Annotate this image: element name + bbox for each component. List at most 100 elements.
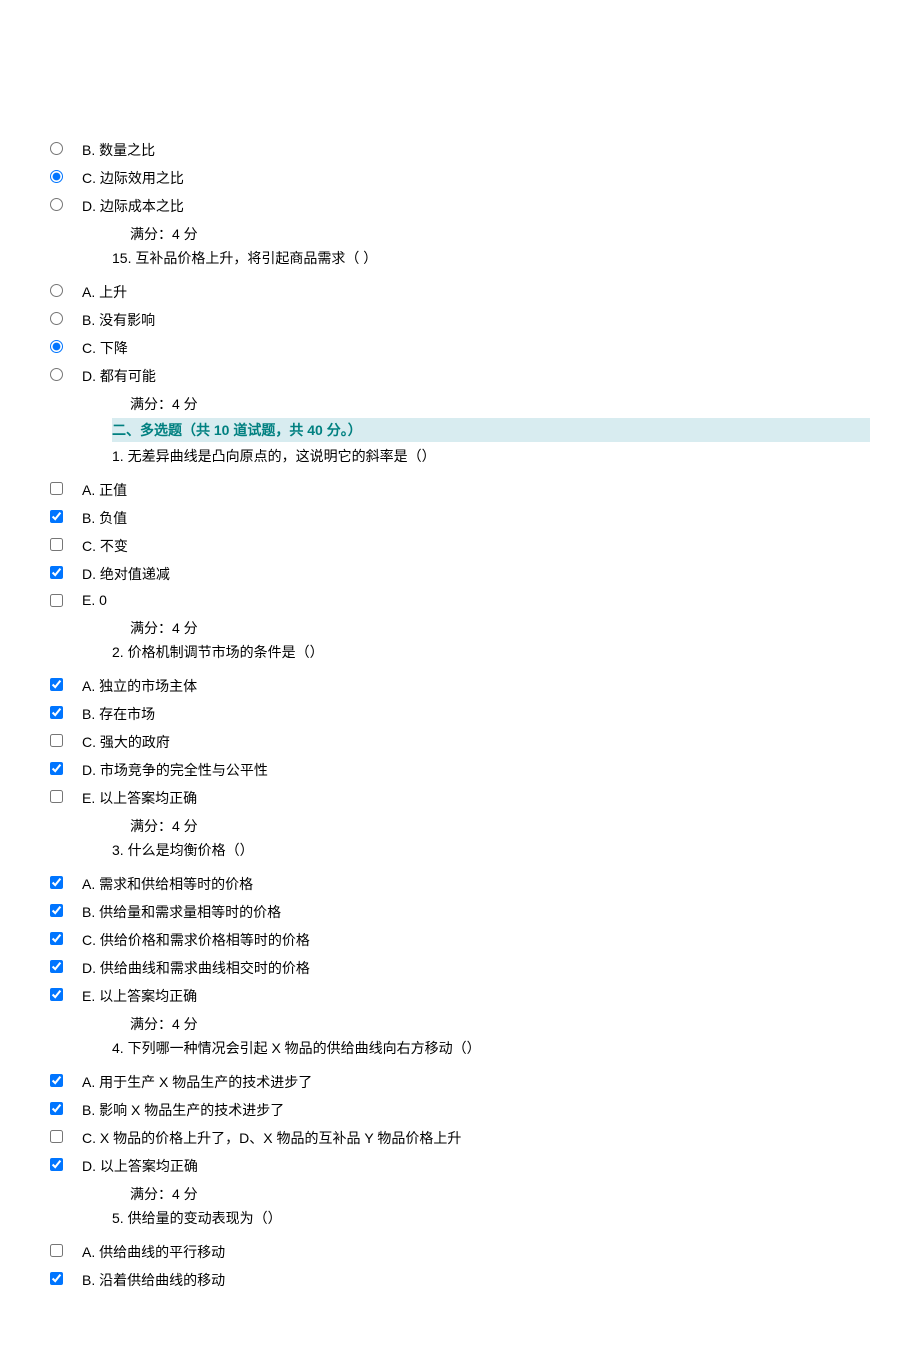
m1-option-b-label: B. 负值	[82, 510, 127, 526]
m1-checkbox-c[interactable]	[50, 538, 63, 551]
m1-checkbox-a[interactable]	[50, 482, 63, 495]
q14-option-c: C. 边际效用之比	[50, 168, 870, 188]
m1-option-d-label: D. 绝对值递减	[82, 566, 170, 582]
m4-option-a-label: A. 用于生产 X 物品生产的技术进步了	[82, 1074, 312, 1090]
m2-score: 满分：4 分	[82, 816, 870, 836]
m4-checkbox-d[interactable]	[50, 1158, 63, 1171]
m2-option-e-label: E. 以上答案均正确	[82, 790, 197, 806]
m3-score-row: 满分：4 分 4. 下列哪一种情况会引起 X 物品的供给曲线向右方移动（）	[50, 1014, 870, 1064]
m1-text: 1. 无差异曲线是凸向原点的，这说明它的斜率是（）	[82, 446, 870, 466]
q14-option-d: D. 边际成本之比	[50, 196, 870, 216]
q14-radio-b[interactable]	[50, 142, 63, 155]
m3-score: 满分：4 分	[82, 1014, 870, 1034]
q15-option-c-label: C. 下降	[82, 340, 128, 356]
q14-option-b-label: B. 数量之比	[82, 142, 155, 158]
m4-option-a: A. 用于生产 X 物品生产的技术进步了	[50, 1072, 870, 1092]
q15-option-b-label: B. 没有影响	[82, 312, 155, 328]
m1-option-e: E. 0	[50, 592, 870, 610]
m3-option-c-label: C. 供给价格和需求价格相等时的价格	[82, 932, 310, 948]
m3-checkbox-e[interactable]	[50, 988, 63, 1001]
m4-option-c-label: C. X 物品的价格上升了，D、X 物品的互补品 Y 物品价格上升	[82, 1130, 461, 1146]
m4-option-b-label: B. 影响 X 物品生产的技术进步了	[82, 1102, 284, 1118]
m4-checkbox-c[interactable]	[50, 1130, 63, 1143]
m1-option-c-label: C. 不变	[82, 538, 128, 554]
m4-option-c: C. X 物品的价格上升了，D、X 物品的互补品 Y 物品价格上升	[50, 1128, 870, 1148]
m3-option-d-label: D. 供给曲线和需求曲线相交时的价格	[82, 960, 310, 976]
q14-option-c-label: C. 边际效用之比	[82, 170, 184, 186]
m5-checkbox-b[interactable]	[50, 1272, 63, 1285]
m5-option-a: A. 供给曲线的平行移动	[50, 1242, 870, 1262]
q15-radio-a[interactable]	[50, 284, 63, 297]
q15-radio-d[interactable]	[50, 368, 63, 381]
q14-option-d-label: D. 边际成本之比	[82, 198, 184, 214]
m1-option-a: A. 正值	[50, 480, 870, 500]
q15-option-c: C. 下降	[50, 338, 870, 358]
m3-option-e-label: E. 以上答案均正确	[82, 988, 197, 1004]
m3-option-c: C. 供给价格和需求价格相等时的价格	[50, 930, 870, 950]
m2-checkbox-e[interactable]	[50, 790, 63, 803]
m2-option-d-label: D. 市场竞争的完全性与公平性	[82, 762, 268, 778]
m4-option-d: D. 以上答案均正确	[50, 1156, 870, 1176]
m1-checkbox-b[interactable]	[50, 510, 63, 523]
m2-score-row: 满分：4 分 3. 什么是均衡价格（）	[50, 816, 870, 866]
m3-option-e: E. 以上答案均正确	[50, 986, 870, 1006]
m4-score-row: 满分：4 分 5. 供给量的变动表现为（）	[50, 1184, 870, 1234]
m3-option-b-label: B. 供给量和需求量相等时的价格	[82, 904, 281, 920]
q14-option-b: B. 数量之比	[50, 140, 870, 160]
m4-checkbox-a[interactable]	[50, 1074, 63, 1087]
q15-option-a: A. 上升	[50, 282, 870, 302]
q14-radio-d[interactable]	[50, 198, 63, 211]
m4-score: 满分：4 分	[82, 1184, 870, 1204]
m5-option-b: B. 沿着供给曲线的移动	[50, 1270, 870, 1290]
m1-checkbox-d[interactable]	[50, 566, 63, 579]
m2-option-e: E. 以上答案均正确	[50, 788, 870, 808]
q15-radio-b[interactable]	[50, 312, 63, 325]
m3-text: 3. 什么是均衡价格（）	[82, 840, 870, 860]
m3-option-a-label: A. 需求和供给相等时的价格	[82, 876, 253, 892]
m2-checkbox-b[interactable]	[50, 706, 63, 719]
m1-option-d: D. 绝对值递减	[50, 564, 870, 584]
m1-option-e-label: E. 0	[82, 592, 107, 608]
m1-score-row: 满分：4 分 2. 价格机制调节市场的条件是（）	[50, 618, 870, 668]
m1-option-a-label: A. 正值	[82, 482, 127, 498]
m3-option-d: D. 供给曲线和需求曲线相交时的价格	[50, 958, 870, 978]
m2-checkbox-c[interactable]	[50, 734, 63, 747]
q15-option-d-label: D. 都有可能	[82, 368, 156, 384]
m3-checkbox-a[interactable]	[50, 876, 63, 889]
m2-option-d: D. 市场竞争的完全性与公平性	[50, 760, 870, 780]
m4-option-d-label: D. 以上答案均正确	[82, 1158, 198, 1174]
m1-checkbox-e[interactable]	[50, 594, 63, 607]
m5-checkbox-a[interactable]	[50, 1244, 63, 1257]
m3-option-a: A. 需求和供给相等时的价格	[50, 874, 870, 894]
q14-radio-c[interactable]	[50, 170, 63, 183]
m3-checkbox-c[interactable]	[50, 932, 63, 945]
m2-option-c-label: C. 强大的政府	[82, 734, 170, 750]
q14-score-row: 满分：4 分 15. 互补品价格上升，将引起商品需求（ ）	[50, 224, 870, 274]
q15-option-d: D. 都有可能	[50, 366, 870, 386]
m3-checkbox-d[interactable]	[50, 960, 63, 973]
m5-option-b-label: B. 沿着供给曲线的移动	[82, 1272, 225, 1288]
m2-option-b: B. 存在市场	[50, 704, 870, 724]
m2-option-a-label: A. 独立的市场主体	[82, 678, 197, 694]
m1-option-c: C. 不变	[50, 536, 870, 556]
q15-option-a-label: A. 上升	[82, 284, 127, 300]
section2-heading: 二、多选题（共 10 道试题，共 40 分。）	[112, 418, 870, 442]
m2-checkbox-d[interactable]	[50, 762, 63, 775]
m5-text: 5. 供给量的变动表现为（）	[82, 1208, 870, 1228]
document-content: B. 数量之比 C. 边际效用之比 D. 边际成本之比 满分：4 分 15. 互…	[0, 0, 920, 1348]
m2-option-b-label: B. 存在市场	[82, 706, 155, 722]
m3-checkbox-b[interactable]	[50, 904, 63, 917]
m1-score: 满分：4 分	[82, 618, 870, 638]
q14-score: 满分：4 分	[82, 224, 870, 244]
q15-score-row: 满分：4 分 二、多选题（共 10 道试题，共 40 分。） 1. 无差异曲线是…	[50, 394, 870, 472]
m2-checkbox-a[interactable]	[50, 678, 63, 691]
q15-radio-c[interactable]	[50, 340, 63, 353]
m5-option-a-label: A. 供给曲线的平行移动	[82, 1244, 225, 1260]
m3-option-b: B. 供给量和需求量相等时的价格	[50, 902, 870, 922]
q15-option-b: B. 没有影响	[50, 310, 870, 330]
m4-checkbox-b[interactable]	[50, 1102, 63, 1115]
m4-option-b: B. 影响 X 物品生产的技术进步了	[50, 1100, 870, 1120]
m1-option-b: B. 负值	[50, 508, 870, 528]
q15-score: 满分：4 分	[82, 394, 870, 414]
m2-text: 2. 价格机制调节市场的条件是（）	[82, 642, 870, 662]
